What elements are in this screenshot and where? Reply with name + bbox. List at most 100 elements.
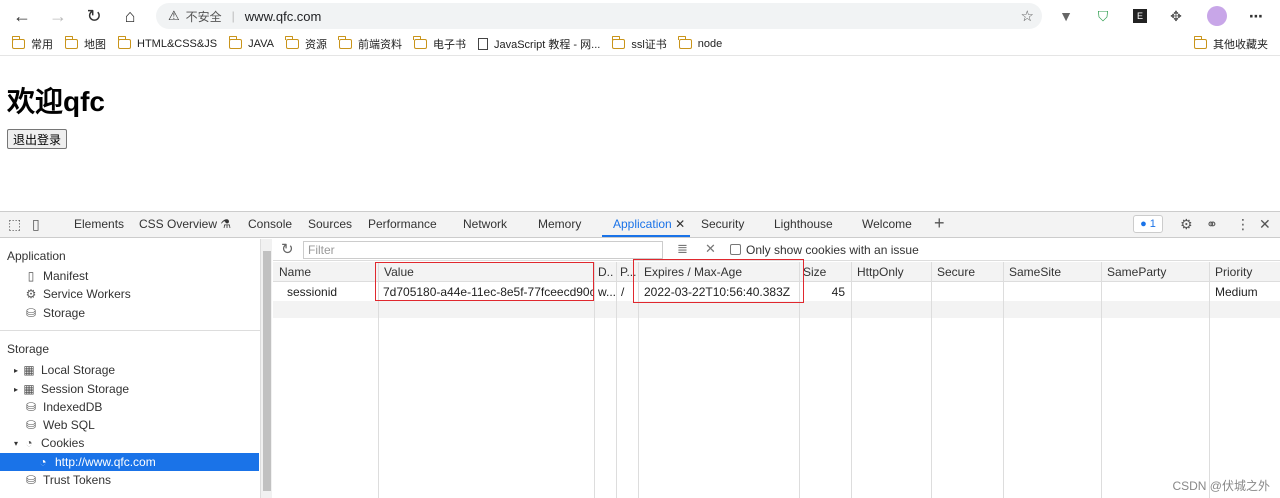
tab-security[interactable]: Security xyxy=(701,217,744,231)
inspect-element-icon[interactable]: ⬚ xyxy=(8,216,21,233)
bookmark-item[interactable]: 资源 xyxy=(280,33,333,55)
bookmark-item[interactable]: 常用 xyxy=(6,33,59,55)
gear-icon: ⚙ xyxy=(25,287,37,301)
avatar[interactable] xyxy=(1207,6,1227,26)
customize-icon[interactable]: ⚭ xyxy=(1206,216,1218,233)
bookmark-item[interactable]: node xyxy=(673,33,728,55)
expand-arrow-icon[interactable]: ▸ xyxy=(14,385,22,394)
database-icon: ⛁ xyxy=(25,306,37,320)
sidebar-item-manifest[interactable]: ▯ Manifest xyxy=(24,269,89,283)
more-menu-icon[interactable]: ⋯ xyxy=(1246,6,1266,26)
reload-button[interactable]: ↻ xyxy=(76,1,112,31)
collapse-arrow-icon[interactable]: ▾ xyxy=(14,439,22,448)
flask-icon: ⚗ xyxy=(220,217,232,231)
other-bookmarks[interactable]: 其他收藏夹 xyxy=(1188,33,1274,55)
tab-application[interactable]: Application ✕ xyxy=(613,217,685,231)
tab-elements[interactable]: Elements xyxy=(74,217,124,231)
forward-button[interactable]: → xyxy=(40,1,76,31)
delete-selected-icon[interactable]: ✕ xyxy=(705,241,716,257)
settings-gear-icon[interactable]: ⚙ xyxy=(1180,216,1193,233)
issues-badge[interactable]: ● 1 xyxy=(1133,215,1163,233)
url-text: www.qfc.com xyxy=(244,8,322,24)
database-icon: ⛁ xyxy=(25,418,37,432)
sidebar-scrollbar[interactable] xyxy=(260,239,272,498)
extension-v-icon[interactable]: ▼ xyxy=(1056,6,1076,26)
bookmark-item[interactable]: JAVA xyxy=(223,33,280,55)
only-issues-label: Only show cookies with an issue xyxy=(746,243,919,257)
bookmark-item[interactable]: 前端资料 xyxy=(333,33,408,55)
close-devtools-icon[interactable]: ✕ xyxy=(1259,216,1271,233)
cookie-priority-cell[interactable]: Medium xyxy=(1209,283,1280,301)
back-button[interactable]: ← xyxy=(4,1,40,31)
more-options-icon[interactable]: ⋮ xyxy=(1236,216,1250,233)
sidebar-item-indexeddb[interactable]: ⛁ IndexedDB xyxy=(24,400,102,414)
column-header-priority[interactable]: Priority xyxy=(1209,262,1280,282)
bookmark-item[interactable]: JavaScript 教程 - 网... xyxy=(472,33,606,55)
column-header-httponly[interactable]: HttpOnly xyxy=(851,262,931,282)
bookmark-item[interactable]: 地图 xyxy=(59,33,112,55)
column-header-size[interactable]: Size xyxy=(799,262,851,282)
sidebar-item-storage[interactable]: ⛁ Storage xyxy=(24,306,85,320)
cookie-icon: ◔ xyxy=(39,455,47,469)
page-icon xyxy=(477,37,488,50)
column-header-sameparty[interactable]: SameParty xyxy=(1101,262,1209,282)
expand-arrow-icon[interactable]: ▸ xyxy=(14,366,22,375)
cookie-name-cell[interactable]: sessionid xyxy=(281,283,378,301)
folder-icon xyxy=(678,35,692,49)
sidebar-item-trust-tokens[interactable]: ⛁ Trust Tokens xyxy=(24,473,111,487)
bookmark-item[interactable]: HTML&CSS&JS xyxy=(112,33,223,55)
shield-extension-icon[interactable]: ⛉ xyxy=(1093,6,1113,26)
logout-button[interactable]: 退出登录 xyxy=(7,129,68,149)
add-tab-icon[interactable]: + xyxy=(934,213,945,234)
extensions-puzzle-icon[interactable]: ✥ xyxy=(1166,6,1186,26)
sidebar-item-service-workers[interactable]: ⚙ Service Workers xyxy=(24,287,131,301)
page-heading: 欢迎qfc xyxy=(7,86,106,117)
column-header-name[interactable]: Name xyxy=(273,262,378,282)
column-header-domain[interactable]: D.. xyxy=(594,262,616,282)
refresh-icon[interactable]: ↻ xyxy=(281,240,294,258)
tab-performance[interactable]: Performance xyxy=(368,217,437,231)
sidebar-item-cookies[interactable]: ▾ ◔ Cookies xyxy=(14,436,84,450)
cookie-domain-cell[interactable]: w... xyxy=(594,283,616,301)
address-bar[interactable]: ⚠ 不安全 | www.qfc.com ☆ xyxy=(156,3,1042,29)
sidebar-item-web-sql[interactable]: ⛁ Web SQL xyxy=(24,418,95,432)
favorite-star-icon[interactable]: ☆ xyxy=(1021,7,1034,25)
warning-icon: ⚠ xyxy=(168,8,180,23)
tab-network[interactable]: Network xyxy=(463,217,507,231)
tab-lighthouse[interactable]: Lighthouse xyxy=(774,217,833,231)
folder-icon xyxy=(117,35,131,49)
highlight-box-expires xyxy=(633,259,804,303)
close-tab-icon[interactable]: ✕ xyxy=(675,217,685,231)
folder-icon xyxy=(285,35,299,49)
sidebar-header-application: Application xyxy=(7,249,66,263)
devtools-tab-bar: ⬚ ▯ Elements CSS Overview ⚗ Console Sour… xyxy=(0,212,1280,238)
database-icon: ⛁ xyxy=(25,473,37,487)
sidebar-item-cookie-origin[interactable]: ◔ http://www.qfc.com xyxy=(36,455,155,469)
sidebar-item-local-storage[interactable]: ▸ ▦ Local Storage xyxy=(14,363,115,377)
sidebar-item-session-storage[interactable]: ▸ ▦ Session Storage xyxy=(14,382,129,396)
security-label: 不安全 xyxy=(185,9,222,24)
folder-icon xyxy=(338,35,352,49)
clear-all-icon[interactable]: ≣ xyxy=(677,241,688,257)
home-button[interactable]: ⌂ xyxy=(112,1,148,31)
tab-css-overview[interactable]: CSS Overview ⚗ xyxy=(139,217,231,231)
bookmark-item[interactable]: 电子书 xyxy=(408,33,472,55)
cookie-icon: ◔ xyxy=(25,436,33,450)
tab-memory[interactable]: Memory xyxy=(538,217,581,231)
tab-sources[interactable]: Sources xyxy=(308,217,352,231)
column-header-samesite[interactable]: SameSite xyxy=(1003,262,1101,282)
extension-e-icon[interactable]: E xyxy=(1133,9,1147,23)
column-header-secure[interactable]: Secure xyxy=(931,262,1003,282)
active-tab-indicator xyxy=(602,235,690,237)
application-sidebar: Application ▯ Manifest ⚙ Service Workers ⛁… xyxy=(0,239,260,498)
document-icon: ▯ xyxy=(27,269,35,283)
bookmarks-bar: 常用 地图 HTML&CSS&JS JAVA 资源 前端资料 电子书 JavaS… xyxy=(0,32,1280,56)
bookmark-item[interactable]: ssl证书 xyxy=(606,33,672,55)
tab-console[interactable]: Console xyxy=(248,217,292,231)
device-toolbar-icon[interactable]: ▯ xyxy=(32,216,40,233)
cookie-size-cell[interactable]: 45 xyxy=(799,283,847,301)
filter-input[interactable]: Filter xyxy=(303,241,663,259)
folder-icon xyxy=(611,35,626,49)
only-issues-checkbox[interactable] xyxy=(730,244,741,255)
tab-welcome[interactable]: Welcome xyxy=(862,217,912,231)
